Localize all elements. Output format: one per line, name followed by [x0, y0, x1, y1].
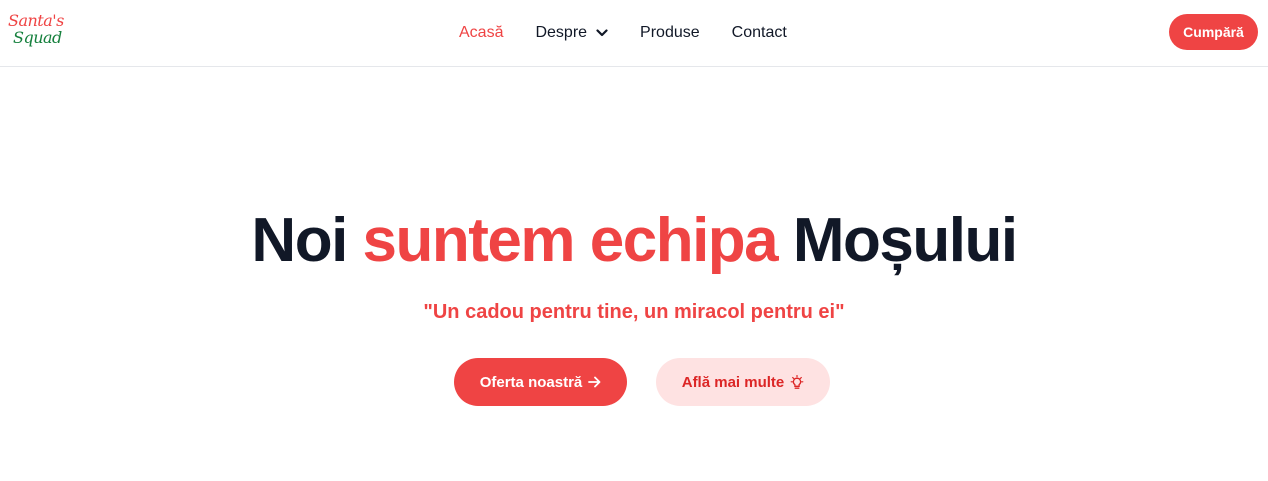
learn-more-button-label: Află mai multe: [681, 373, 785, 391]
nav-item-label: Produse: [640, 24, 700, 41]
buy-button[interactable]: Cumpără: [1169, 14, 1258, 50]
logo[interactable]: Santa's Squad: [8, 12, 66, 52]
nav-item-label: Contact: [731, 24, 787, 41]
logo-line-1: Santa's: [8, 11, 64, 30]
nav-item-label: Despre: [535, 24, 588, 41]
nav-item-acasa[interactable]: Acasă: [459, 24, 503, 42]
navbar: Santa's Squad Acasă Despre Produse Conta…: [0, 0, 1268, 67]
hero-title-accent: suntem echipa: [362, 206, 779, 275]
lightbulb-icon: [790, 374, 804, 390]
hero-title-part2: Moșului: [777, 206, 1018, 275]
chevron-down-icon: [596, 29, 608, 37]
nav-item-produse[interactable]: Produse: [640, 24, 700, 42]
main-nav: Acasă Despre Produse Contact: [459, 0, 787, 66]
hero-title: Noi suntem echipa Moșului: [0, 203, 1268, 279]
logo-line-2: Squad: [13, 28, 62, 47]
arrow-right-icon: [588, 376, 601, 388]
nav-item-despre[interactable]: Despre: [535, 24, 608, 42]
offer-button[interactable]: Oferta noastră: [454, 358, 627, 406]
offer-button-label: Oferta noastră: [479, 373, 583, 391]
nav-item-contact[interactable]: Contact: [732, 24, 787, 42]
hero-title-part1: Noi: [251, 206, 363, 275]
learn-more-button[interactable]: Află mai multe: [656, 358, 830, 406]
nav-item-label: Acasă: [459, 24, 504, 41]
hero-tagline: "Un cadou pentru tine, un miracol pentru…: [423, 301, 845, 323]
